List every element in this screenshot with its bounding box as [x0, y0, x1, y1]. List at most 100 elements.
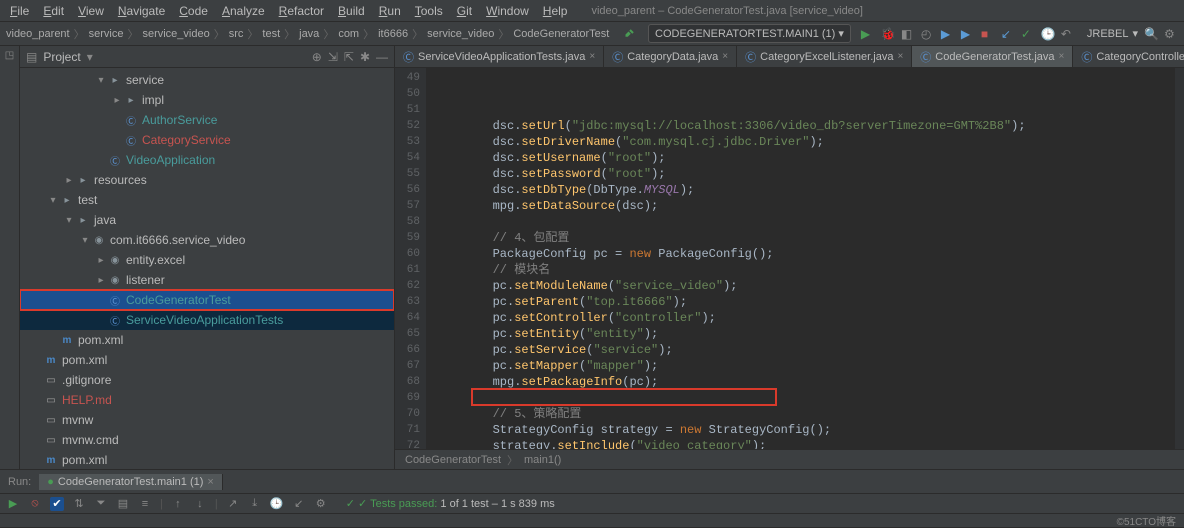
tree-item[interactable]: ▭.gitignore — [20, 370, 394, 390]
close-icon[interactable]: × — [589, 51, 595, 62]
editor-breadcrumb-item[interactable]: main1() — [524, 454, 561, 466]
git-history-icon[interactable]: 🕒 — [1041, 27, 1055, 41]
toggle-tests-icon[interactable]: ✔ — [50, 497, 64, 511]
breadcrumb-item[interactable]: service_video — [427, 28, 494, 40]
menu-view[interactable]: View — [72, 2, 110, 20]
close-icon[interactable]: × — [1059, 51, 1065, 62]
gear-icon[interactable]: ✱ — [360, 50, 370, 64]
tree-item-label: impl — [142, 93, 164, 107]
tree-item[interactable]: ⒸAuthorService — [20, 110, 394, 130]
settings2-icon[interactable]: ⚙ — [314, 497, 328, 511]
collapse-icon[interactable]: ≡ — [138, 497, 152, 511]
collapse-all-icon[interactable]: ⇱ — [344, 50, 354, 64]
search-icon[interactable]: 🔍 — [1144, 27, 1158, 41]
breadcrumb-item[interactable]: service_video — [142, 28, 209, 40]
breadcrumb-item[interactable]: com — [338, 28, 359, 40]
hide-panel-icon[interactable]: — — [376, 50, 388, 64]
expand-all-icon[interactable]: ⇲ — [328, 50, 338, 64]
tree-item[interactable]: ▭mvnw.cmd — [20, 430, 394, 450]
editor-tab[interactable]: ⒸServiceVideoApplicationTests.java× — [395, 46, 604, 67]
tree-item[interactable]: ▾◉com.it6666.service_video — [20, 230, 394, 250]
git-revert-icon[interactable]: ↶ — [1061, 27, 1075, 41]
run-tab[interactable]: ● CodeGeneratorTest.main1 (1) × — [39, 474, 223, 490]
editor-tab[interactable]: ⒸCategoryExcelListener.java× — [737, 46, 912, 67]
tree-item[interactable]: mpom.xml — [20, 450, 394, 469]
breadcrumb-item[interactable]: it6666 — [378, 28, 408, 40]
history-icon[interactable]: 🕒 — [270, 497, 284, 511]
project-tab-icon[interactable]: ◳ — [5, 50, 14, 61]
editor-tab[interactable]: ⒸCategoryController.java× — [1073, 46, 1184, 67]
git-commit-icon[interactable]: ✓ — [1021, 27, 1035, 41]
close-icon[interactable]: × — [722, 51, 728, 62]
jrebel-label[interactable]: JREBEL ▾ — [1087, 27, 1138, 40]
export-icon[interactable]: ↗ — [226, 497, 240, 511]
menu-navigate[interactable]: Navigate — [112, 2, 171, 20]
breadcrumb-item[interactable]: CodeGeneratorTest — [513, 28, 609, 40]
expand-icon[interactable]: ▤ — [116, 497, 130, 511]
tree-item[interactable]: mpom.xml — [20, 330, 394, 350]
breadcrumb-item[interactable]: service — [89, 28, 124, 40]
sort-icon[interactable]: ⇅ — [72, 497, 86, 511]
prev-icon[interactable]: ↑ — [171, 497, 185, 511]
project-tree[interactable]: ▾▸service▸▸implⒸAuthorServiceⒸCategorySe… — [20, 68, 394, 469]
menu-window[interactable]: Window — [480, 2, 535, 20]
filter-icon[interactable]: ⏷ — [94, 497, 108, 511]
jrebel-debug-icon[interactable]: ▶ — [961, 27, 975, 41]
close-icon[interactable]: × — [207, 476, 213, 488]
stop-icon[interactable]: ■ — [981, 27, 995, 41]
menu-file[interactable]: File — [4, 2, 35, 20]
debug-icon[interactable]: 🐞 — [881, 27, 895, 41]
menu-edit[interactable]: Edit — [37, 2, 70, 20]
tree-item[interactable]: ⒸServiceVideoApplicationTests — [20, 310, 394, 330]
tree-item[interactable]: ▭HELP.md — [20, 390, 394, 410]
tree-item[interactable]: ▸◉listener — [20, 270, 394, 290]
git-update-icon[interactable]: ↙ — [1001, 27, 1015, 41]
menu-refactor[interactable]: Refactor — [273, 2, 330, 20]
error-stripe[interactable] — [1174, 68, 1184, 449]
select-opened-file-icon[interactable]: ⊕ — [312, 50, 322, 64]
tree-item[interactable]: mpom.xml — [20, 350, 394, 370]
settings-icon[interactable]: ⚙ — [1164, 27, 1178, 41]
tree-item[interactable]: ▸◉entity.excel — [20, 250, 394, 270]
tree-item[interactable]: ▾▸java — [20, 210, 394, 230]
jrebel-run-icon[interactable]: ▶ — [941, 27, 955, 41]
menu-build[interactable]: Build — [332, 2, 371, 20]
profile-icon[interactable]: ◴ — [921, 27, 935, 41]
code-editor[interactable]: 4950515253545556575859606162636465666768… — [395, 68, 1184, 449]
view-mode-dropdown[interactable]: ▾ — [87, 50, 93, 64]
menu-analyze[interactable]: Analyze — [216, 2, 271, 20]
editor-tab[interactable]: ⒸCodeGeneratorTest.java× — [912, 46, 1073, 67]
rerun-icon[interactable]: ▶ — [6, 497, 20, 511]
breadcrumb-item[interactable]: video_parent — [6, 28, 70, 40]
run-icon[interactable]: ▶ — [861, 27, 875, 41]
breadcrumb-item[interactable]: java — [299, 28, 319, 40]
editor-breadcrumb-item[interactable]: CodeGeneratorTest — [405, 454, 501, 466]
menu-help[interactable]: Help — [537, 2, 574, 20]
tree-item[interactable]: ⒸCodeGeneratorTest — [20, 290, 394, 310]
hammer-icon[interactable] — [624, 27, 638, 41]
tree-item-label: test — [78, 193, 97, 207]
pin-icon[interactable]: ↙ — [292, 497, 306, 511]
stop-run-icon[interactable]: ⦸ — [28, 497, 42, 511]
next-icon[interactable]: ↓ — [193, 497, 207, 511]
close-icon[interactable]: × — [897, 51, 903, 62]
tree-item[interactable]: ▾▸service — [20, 70, 394, 90]
breadcrumb-item[interactable]: test — [262, 28, 280, 40]
menu-tools[interactable]: Tools — [409, 2, 449, 20]
tree-item[interactable]: ▾▸test — [20, 190, 394, 210]
breadcrumb-item[interactable]: src — [229, 28, 244, 40]
coverage-icon[interactable]: ◧ — [901, 27, 915, 41]
run-config-select[interactable]: CODEGENERATORTEST.MAIN1 (1) ▾ — [648, 24, 851, 43]
code-content[interactable]: dsc.setUrl("jdbc:mysql://localhost:3306/… — [427, 68, 1174, 449]
import-icon[interactable]: ⤓ — [248, 497, 262, 511]
editor-breadcrumb[interactable]: CodeGeneratorTest〉main1() — [395, 449, 1184, 469]
tree-item[interactable]: ▸▸impl — [20, 90, 394, 110]
tree-item[interactable]: ▭mvnw — [20, 410, 394, 430]
tree-item[interactable]: ⒸCategoryService — [20, 130, 394, 150]
tree-item[interactable]: ▸▸resources — [20, 170, 394, 190]
tree-item[interactable]: ⒸVideoApplication — [20, 150, 394, 170]
editor-tab[interactable]: ⒸCategoryData.java× — [604, 46, 737, 67]
menu-run[interactable]: Run — [373, 2, 407, 20]
menu-code[interactable]: Code — [173, 2, 214, 20]
menu-git[interactable]: Git — [451, 2, 478, 20]
